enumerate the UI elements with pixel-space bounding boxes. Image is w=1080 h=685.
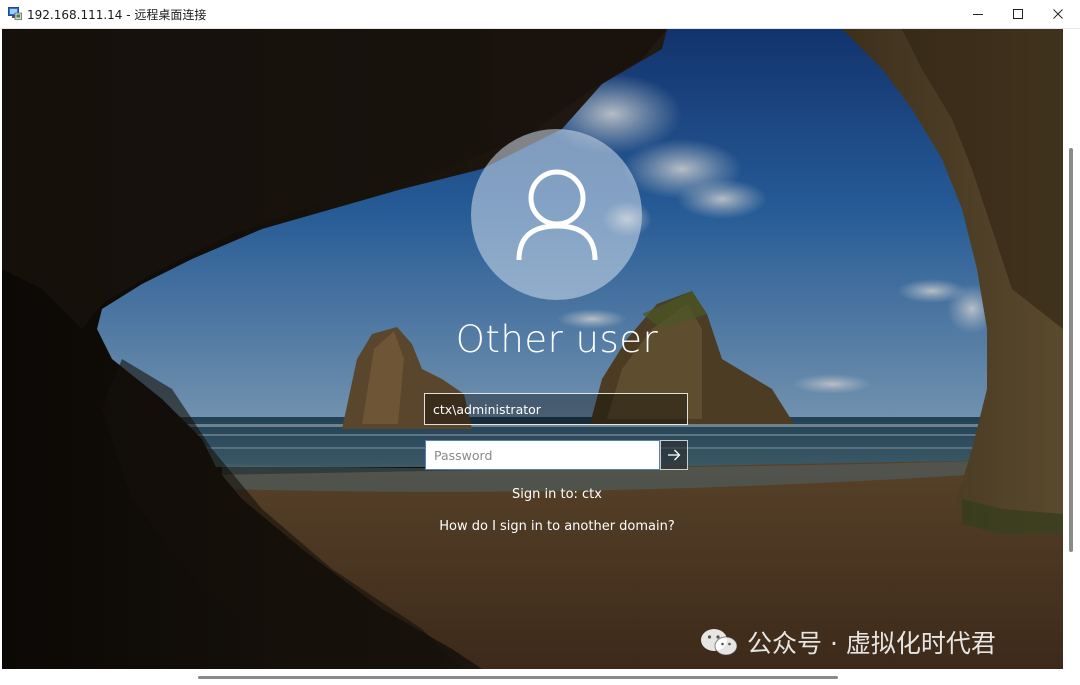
maximize-button[interactable] bbox=[998, 0, 1038, 28]
username-field[interactable] bbox=[424, 393, 688, 425]
maximize-icon bbox=[1013, 9, 1023, 19]
watermark: 公众号 · 虚拟化时代君 bbox=[699, 625, 996, 659]
window-title: 192.168.111.14 - 远程桌面连接 bbox=[27, 8, 207, 22]
user-icon bbox=[516, 169, 597, 260]
close-button[interactable] bbox=[1038, 0, 1078, 28]
user-avatar bbox=[471, 129, 642, 300]
sign-in-to-text: Sign in to: ctx bbox=[512, 487, 602, 502]
watermark-text: 公众号 · 虚拟化时代君 bbox=[747, 629, 996, 658]
remote-desktop-viewport[interactable]: Other user Sign in to: ctx How do I sign… bbox=[2, 29, 1063, 669]
remote-desktop-icon bbox=[8, 7, 22, 20]
user-display-name: Other user bbox=[455, 318, 659, 361]
close-icon bbox=[1053, 9, 1063, 19]
wechat-icon bbox=[701, 629, 738, 656]
minimize-icon bbox=[973, 14, 983, 15]
password-field[interactable] bbox=[425, 440, 660, 470]
other-domain-link[interactable]: How do I sign in to another domain? bbox=[422, 519, 692, 534]
minimize-button[interactable] bbox=[958, 0, 998, 28]
arrow-right-icon bbox=[668, 449, 681, 461]
horizontal-scrollbar[interactable] bbox=[198, 676, 838, 679]
vertical-scrollbar[interactable] bbox=[1069, 148, 1073, 552]
submit-button[interactable] bbox=[660, 440, 688, 470]
title-bar: 192.168.111.14 - 远程桌面连接 bbox=[0, 0, 1080, 29]
